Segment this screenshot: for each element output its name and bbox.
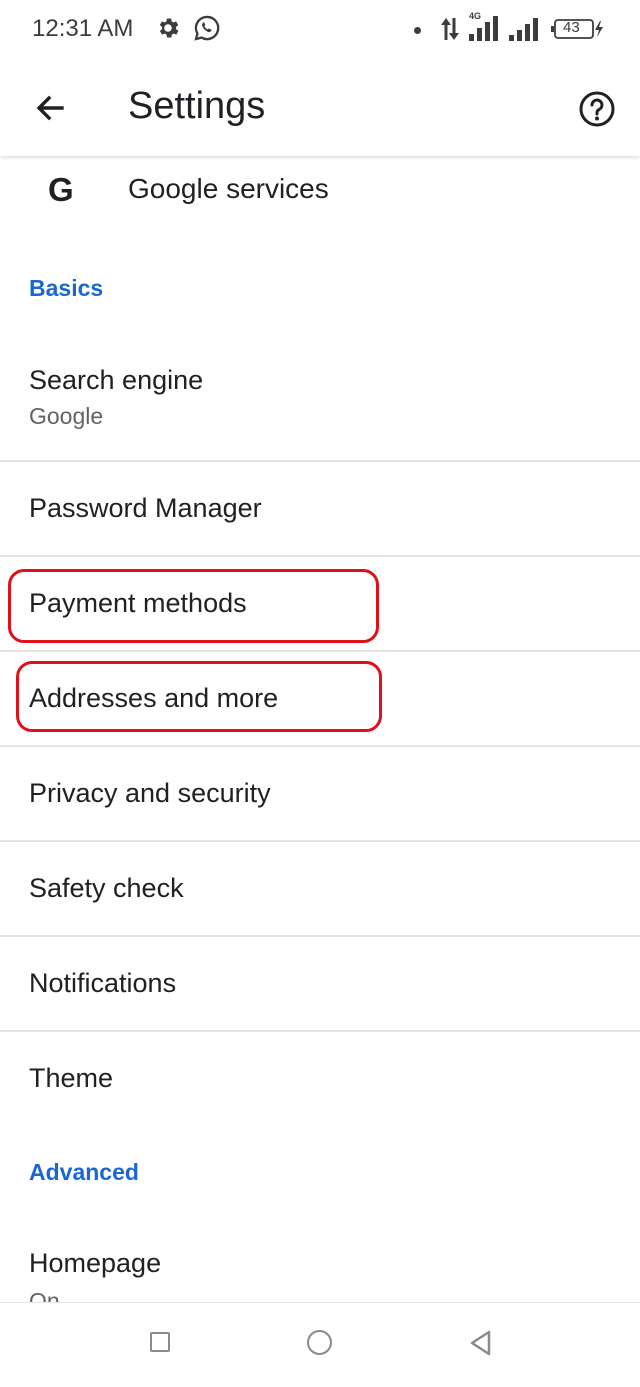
settings-item-title: Password Manager: [29, 493, 262, 523]
google-services-row[interactable]: G Google services: [0, 156, 640, 224]
settings-item-safety-check[interactable]: Safety check: [0, 842, 640, 937]
notification-dot: [414, 27, 421, 34]
help-icon[interactable]: [572, 84, 622, 134]
battery-level: 43: [563, 19, 580, 36]
settings-item-addresses[interactable]: Addresses and more: [0, 652, 640, 747]
settings-item-title: Search engine: [29, 365, 204, 395]
system-nav-bar: [0, 1302, 640, 1387]
settings-item-title: Addresses and more: [29, 683, 279, 713]
settings-item-notifications[interactable]: Notifications: [0, 937, 640, 1032]
google-services-label: Google services: [128, 173, 329, 204]
settings-item-search-engine[interactable]: Search engine Google: [0, 336, 640, 462]
home-circle-icon[interactable]: [307, 1330, 332, 1355]
signal-icon-secondary: [509, 18, 538, 41]
status-time: 12:31 AM: [32, 15, 134, 42]
app-bar: Settings: [0, 60, 640, 156]
back-arrow-icon[interactable]: [28, 86, 72, 130]
section-header-advanced: Advanced: [29, 1159, 139, 1185]
settings-item-password-manager[interactable]: Password Manager: [0, 462, 640, 557]
recents-square-icon[interactable]: [150, 1332, 170, 1352]
gear-icon: [159, 18, 179, 38]
page-title: Settings: [128, 85, 266, 127]
status-bar: 12:31 AM 4G 43: [0, 0, 640, 60]
settings-item-title: Privacy and security: [29, 778, 271, 808]
settings-item-title: Theme: [29, 1063, 114, 1093]
whatsapp-icon: [194, 15, 220, 41]
section-header-basics: Basics: [29, 275, 104, 301]
settings-item-privacy-security[interactable]: Privacy and security: [0, 747, 640, 842]
settings-item-title: Notifications: [29, 968, 177, 998]
data-arrows-icon: [441, 18, 459, 40]
settings-item-payment-methods[interactable]: Payment methods: [0, 557, 640, 652]
settings-item-homepage[interactable]: Homepage On: [0, 1216, 640, 1306]
settings-item-theme[interactable]: Theme: [0, 1032, 640, 1125]
back-triangle-icon[interactable]: [468, 1329, 492, 1357]
settings-item-title: Payment methods: [29, 588, 247, 618]
google-icon: G: [48, 171, 74, 208]
settings-item-subtitle: Google: [29, 403, 104, 429]
settings-item-title: Homepage: [29, 1248, 162, 1278]
settings-item-title: Safety check: [29, 873, 184, 903]
signal-icon: [469, 16, 498, 41]
